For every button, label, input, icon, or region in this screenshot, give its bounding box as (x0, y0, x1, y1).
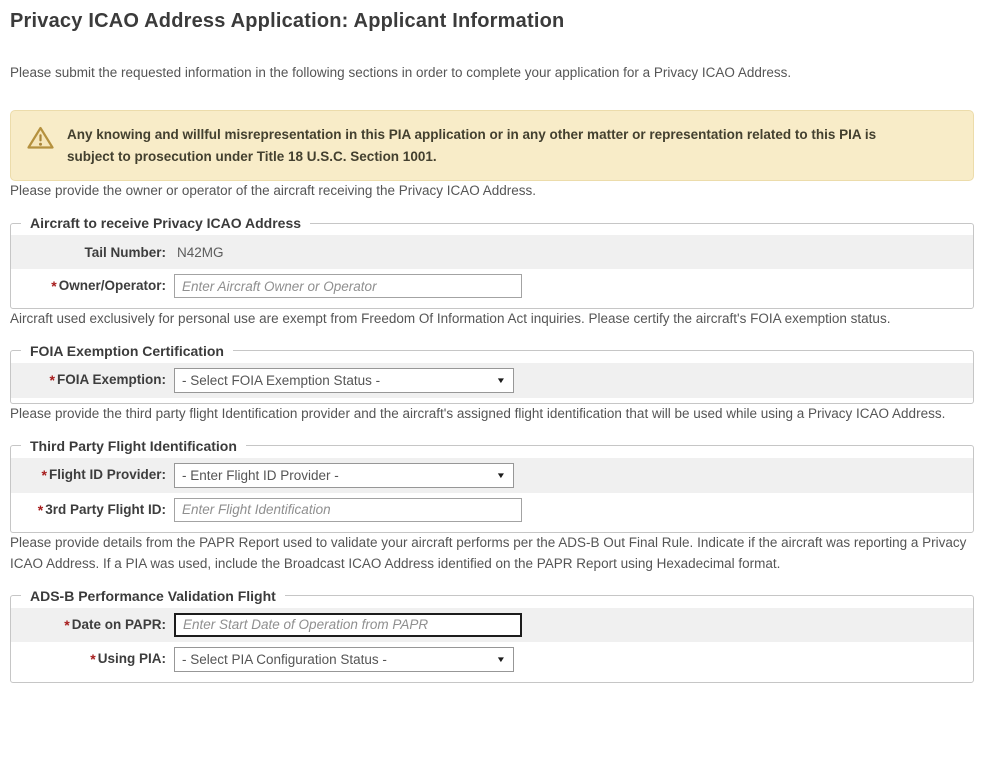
required-marker: * (90, 651, 97, 667)
foia-exemption-row: *FOIA Exemption: - Select FOIA Exemption… (11, 363, 973, 398)
tail-number-row: Tail Number: N42MG (11, 235, 973, 269)
owner-operator-input[interactable] (174, 274, 522, 298)
warning-banner: Any knowing and willful misrepresentatio… (10, 110, 974, 181)
owner-operator-label-cell: *Owner/Operator: (11, 278, 174, 294)
flight-id-provider-label-cell: *Flight ID Provider: (11, 467, 174, 483)
foia-fieldset: FOIA Exemption Certification *FOIA Exemp… (10, 343, 974, 404)
third-party-flight-id-label-cell: *3rd Party Flight ID: (11, 502, 174, 518)
adsb-fieldset: ADS-B Performance Validation Flight *Dat… (10, 588, 974, 683)
application-page: Privacy ICAO Address Application: Applic… (0, 0, 985, 703)
third-party-flight-id-row: *3rd Party Flight ID: (11, 493, 973, 527)
adsb-fieldset-legend: ADS-B Performance Validation Flight (21, 588, 285, 604)
third-party-section-description: Please provide the third party flight Id… (10, 404, 974, 425)
intro-text: Please submit the requested information … (10, 63, 974, 84)
dropdown-arrow-icon: ▼ (496, 376, 506, 385)
third-party-flight-id-label: 3rd Party Flight ID: (45, 502, 166, 517)
owner-operator-label: Owner/Operator: (59, 278, 166, 293)
third-party-fieldset-legend: Third Party Flight Identification (21, 438, 246, 454)
tail-number-label-cell: Tail Number: (11, 245, 174, 260)
foia-exemption-label-cell: *FOIA Exemption: (11, 372, 174, 388)
required-marker: * (51, 278, 58, 294)
date-on-papr-row: *Date on PAPR: (11, 608, 973, 642)
date-on-papr-input[interactable] (174, 613, 522, 637)
flight-id-provider-row: *Flight ID Provider: - Enter Flight ID P… (11, 458, 973, 493)
warning-text: Any knowing and willful misrepresentatio… (67, 124, 927, 167)
tail-number-value: N42MG (174, 245, 224, 260)
using-pia-selected-value: - Select PIA Configuration Status - (182, 652, 387, 667)
warning-triangle-icon (27, 124, 54, 155)
page-title: Privacy ICAO Address Application: Applic… (10, 10, 974, 33)
aircraft-section-description: Please provide the owner or operator of … (10, 181, 974, 202)
flight-id-provider-selected-value: - Enter Flight ID Provider - (182, 468, 339, 483)
using-pia-select[interactable]: - Select PIA Configuration Status - ▼ (174, 647, 514, 672)
required-marker: * (50, 372, 57, 388)
tail-number-label: Tail Number: (84, 245, 166, 260)
foia-exemption-selected-value: - Select FOIA Exemption Status - (182, 373, 380, 388)
owner-operator-row: *Owner/Operator: (11, 269, 973, 303)
third-party-flight-id-input[interactable] (174, 498, 522, 522)
adsb-section-description: Please provide details from the PAPR Rep… (10, 533, 974, 575)
aircraft-fieldset: Aircraft to receive Privacy ICAO Address… (10, 215, 974, 309)
required-marker: * (42, 467, 49, 483)
foia-exemption-label: FOIA Exemption: (57, 372, 166, 387)
required-marker: * (64, 617, 71, 633)
date-on-papr-label: Date on PAPR: (72, 617, 166, 632)
third-party-fieldset: Third Party Flight Identification *Fligh… (10, 438, 974, 533)
using-pia-label: Using PIA: (98, 651, 166, 666)
foia-section-description: Aircraft used exclusively for personal u… (10, 309, 974, 330)
using-pia-row: *Using PIA: - Select PIA Configuration S… (11, 642, 973, 677)
date-on-papr-label-cell: *Date on PAPR: (11, 617, 174, 633)
aircraft-fieldset-legend: Aircraft to receive Privacy ICAO Address (21, 215, 310, 231)
foia-exemption-select[interactable]: - Select FOIA Exemption Status - ▼ (174, 368, 514, 393)
flight-id-provider-select[interactable]: - Enter Flight ID Provider - ▼ (174, 463, 514, 488)
foia-fieldset-legend: FOIA Exemption Certification (21, 343, 233, 359)
dropdown-arrow-icon: ▼ (496, 655, 506, 664)
flight-id-provider-label: Flight ID Provider: (49, 467, 166, 482)
using-pia-label-cell: *Using PIA: (11, 651, 174, 667)
dropdown-arrow-icon: ▼ (496, 471, 506, 480)
